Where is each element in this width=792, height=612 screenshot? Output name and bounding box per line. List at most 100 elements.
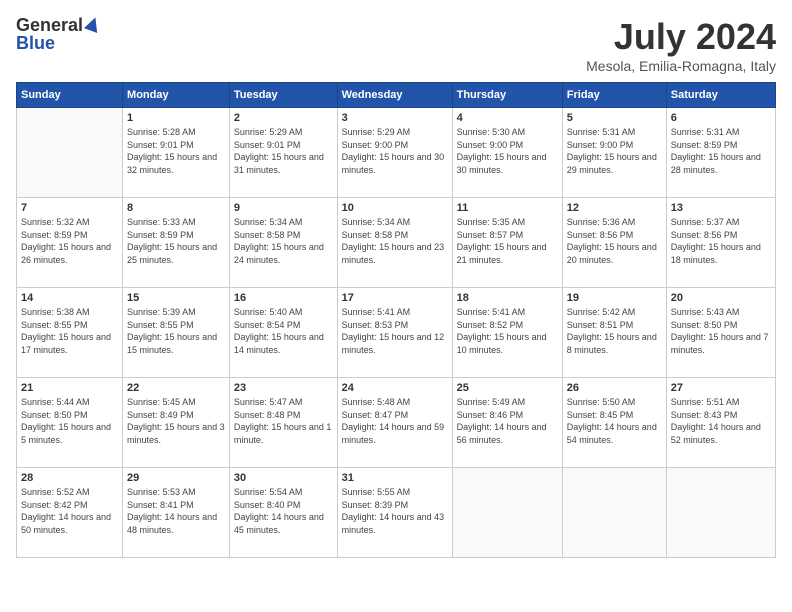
month-title: July 2024 (586, 16, 776, 58)
day-cell: 3Sunrise: 5:29 AMSunset: 9:00 PMDaylight… (337, 108, 452, 198)
day-number: 28 (21, 472, 118, 484)
day-number: 14 (21, 292, 118, 304)
day-info: Sunrise: 5:47 AMSunset: 8:48 PMDaylight:… (234, 396, 333, 446)
day-number: 24 (342, 382, 448, 394)
day-cell: 11 Sunrise: 5:35 AMSunset: 8:57 PMDayligh… (452, 198, 562, 288)
day-number: 27 (671, 382, 771, 394)
day-number: 15 (127, 292, 225, 304)
calendar-table: SundayMondayTuesdayWednesdayThursdayFrid… (16, 82, 776, 558)
day-cell: 25Sunrise: 5:49 AMSunset: 8:46 PMDayligh… (452, 378, 562, 468)
day-info: Sunrise: 5:43 AMSunset: 8:50 PMDaylight:… (671, 306, 771, 356)
day-cell: 10 Sunrise: 5:34 AMSunset: 8:58 PMDayligh… (337, 198, 452, 288)
day-number: 6 (671, 112, 771, 124)
day-number: 22 (127, 382, 225, 394)
day-cell: 9 Sunrise: 5:34 AMSunset: 8:58 PMDaylight… (229, 198, 337, 288)
day-cell: 14 Sunrise: 5:38 AMSunset: 8:55 PMDayligh… (17, 288, 123, 378)
day-info: Sunrise: 5:34 AMSunset: 8:58 PMDaylight:… (342, 216, 448, 266)
day-info: Sunrise: 5:32 AMSunset: 8:59 PMDaylight:… (21, 216, 118, 266)
day-cell: 13 Sunrise: 5:37 AMSunset: 8:56 PMDayligh… (666, 198, 775, 288)
day-number: 23 (234, 382, 333, 394)
day-info: Sunrise: 5:51 AMSunset: 8:43 PMDaylight:… (671, 396, 771, 446)
day-number: 12 (567, 202, 662, 214)
day-info: Sunrise: 5:44 AMSunset: 8:50 PMDaylight:… (21, 396, 118, 446)
day-number: 26 (567, 382, 662, 394)
logo-triangle (84, 15, 102, 33)
week-row-4: 21 Sunrise: 5:44 AMSunset: 8:50 PMDayligh… (17, 378, 776, 468)
col-header-monday: Monday (123, 83, 230, 108)
week-row-2: 7 Sunrise: 5:32 AMSunset: 8:59 PMDaylight… (17, 198, 776, 288)
day-number: 30 (234, 472, 333, 484)
day-number: 31 (342, 472, 448, 484)
day-info: Sunrise: 5:37 AMSunset: 8:56 PMDaylight:… (671, 216, 771, 266)
day-number: 16 (234, 292, 333, 304)
day-info: Sunrise: 5:54 AMSunset: 8:40 PMDaylight:… (234, 486, 333, 536)
day-number: 13 (671, 202, 771, 214)
col-header-saturday: Saturday (666, 83, 775, 108)
day-info: Sunrise: 5:41 AMSunset: 8:53 PMDaylight:… (342, 306, 448, 356)
day-number: 5 (567, 112, 662, 124)
day-cell: 29Sunrise: 5:53 AMSunset: 8:41 PMDayligh… (123, 468, 230, 558)
day-number: 2 (234, 112, 333, 124)
day-number: 20 (671, 292, 771, 304)
day-cell: 6Sunrise: 5:31 AMSunset: 8:59 PMDaylight… (666, 108, 775, 198)
day-info: Sunrise: 5:29 AMSunset: 9:01 PMDaylight:… (234, 126, 333, 176)
day-info: Sunrise: 5:31 AMSunset: 9:00 PMDaylight:… (567, 126, 662, 176)
day-number: 11 (457, 202, 558, 214)
day-info: Sunrise: 5:45 AMSunset: 8:49 PMDaylight:… (127, 396, 225, 446)
day-cell: 7 Sunrise: 5:32 AMSunset: 8:59 PMDaylight… (17, 198, 123, 288)
col-header-friday: Friday (562, 83, 666, 108)
logo-blue-text: Blue (16, 33, 55, 53)
day-number: 17 (342, 292, 448, 304)
day-cell: 17 Sunrise: 5:41 AMSunset: 8:53 PMDayligh… (337, 288, 452, 378)
day-info: Sunrise: 5:52 AMSunset: 8:42 PMDaylight:… (21, 486, 118, 536)
calendar-header-row: SundayMondayTuesdayWednesdayThursdayFrid… (17, 83, 776, 108)
day-cell: 27 Sunrise: 5:51 AMSunset: 8:43 PMDayligh… (666, 378, 775, 468)
day-number: 1 (127, 112, 225, 124)
week-row-5: 28 Sunrise: 5:52 AMSunset: 8:42 PMDayligh… (17, 468, 776, 558)
day-number: 19 (567, 292, 662, 304)
day-info: Sunrise: 5:48 AMSunset: 8:47 PMDaylight:… (342, 396, 448, 446)
col-header-sunday: Sunday (17, 83, 123, 108)
day-cell: 1Sunrise: 5:28 AMSunset: 9:01 PMDaylight… (123, 108, 230, 198)
day-cell (666, 468, 775, 558)
title-area: July 2024 Mesola, Emilia-Romagna, Italy (586, 16, 776, 74)
day-number: 9 (234, 202, 333, 214)
day-number: 7 (21, 202, 118, 214)
day-cell: 18 Sunrise: 5:41 AMSunset: 8:52 PMDayligh… (452, 288, 562, 378)
page-header: General Blue July 2024 Mesola, Emilia-Ro… (16, 16, 776, 74)
day-info: Sunrise: 5:40 AMSunset: 8:54 PMDaylight:… (234, 306, 333, 356)
col-header-wednesday: Wednesday (337, 83, 452, 108)
day-number: 8 (127, 202, 225, 214)
day-number: 10 (342, 202, 448, 214)
day-info: Sunrise: 5:38 AMSunset: 8:55 PMDaylight:… (21, 306, 118, 356)
day-info: Sunrise: 5:49 AMSunset: 8:46 PMDaylight:… (457, 396, 558, 446)
week-row-3: 14 Sunrise: 5:38 AMSunset: 8:55 PMDayligh… (17, 288, 776, 378)
day-info: Sunrise: 5:53 AMSunset: 8:41 PMDaylight:… (127, 486, 225, 536)
day-cell (562, 468, 666, 558)
day-cell: 2 Sunrise: 5:29 AMSunset: 9:01 PMDaylight… (229, 108, 337, 198)
day-info: Sunrise: 5:42 AMSunset: 8:51 PMDaylight:… (567, 306, 662, 356)
day-cell: 26 Sunrise: 5:50 AMSunset: 8:45 PMDayligh… (562, 378, 666, 468)
day-number: 3 (342, 112, 448, 124)
day-cell: 5 Sunrise: 5:31 AMSunset: 9:00 PMDaylight… (562, 108, 666, 198)
day-cell: 15Sunrise: 5:39 AMSunset: 8:55 PMDayligh… (123, 288, 230, 378)
day-info: Sunrise: 5:50 AMSunset: 8:45 PMDaylight:… (567, 396, 662, 446)
day-number: 21 (21, 382, 118, 394)
day-number: 4 (457, 112, 558, 124)
day-info: Sunrise: 5:35 AMSunset: 8:57 PMDaylight:… (457, 216, 558, 266)
day-cell: 4 Sunrise: 5:30 AMSunset: 9:00 PMDaylight… (452, 108, 562, 198)
day-cell: 20 Sunrise: 5:43 AMSunset: 8:50 PMDayligh… (666, 288, 775, 378)
day-cell (17, 108, 123, 198)
day-cell: 8Sunrise: 5:33 AMSunset: 8:59 PMDaylight… (123, 198, 230, 288)
day-cell: 16 Sunrise: 5:40 AMSunset: 8:54 PMDayligh… (229, 288, 337, 378)
col-header-tuesday: Tuesday (229, 83, 337, 108)
day-number: 18 (457, 292, 558, 304)
col-header-thursday: Thursday (452, 83, 562, 108)
location-title: Mesola, Emilia-Romagna, Italy (586, 58, 776, 74)
logo: General Blue (16, 16, 100, 53)
day-info: Sunrise: 5:34 AMSunset: 8:58 PMDaylight:… (234, 216, 333, 266)
day-cell: 28 Sunrise: 5:52 AMSunset: 8:42 PMDayligh… (17, 468, 123, 558)
day-info: Sunrise: 5:41 AMSunset: 8:52 PMDaylight:… (457, 306, 558, 356)
day-info: Sunrise: 5:30 AMSunset: 9:00 PMDaylight:… (457, 126, 558, 176)
day-cell: 21 Sunrise: 5:44 AMSunset: 8:50 PMDayligh… (17, 378, 123, 468)
